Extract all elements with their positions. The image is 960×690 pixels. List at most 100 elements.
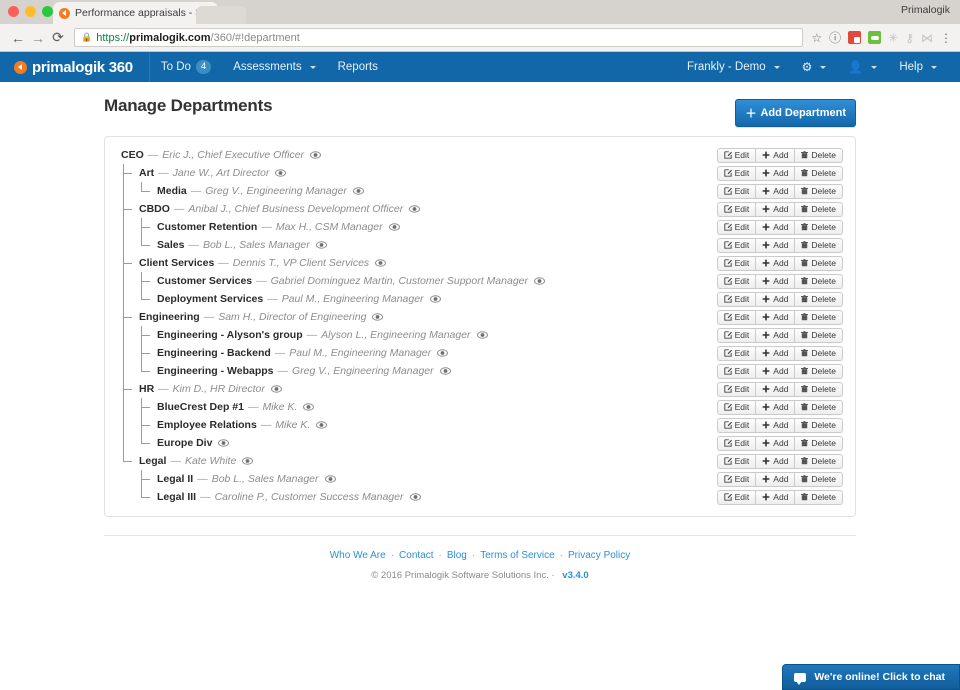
edit-button[interactable]: Edit <box>718 490 757 504</box>
add-button[interactable]: Add <box>756 400 796 414</box>
eye-icon[interactable] <box>352 187 364 195</box>
department-name[interactable]: Client Services <box>139 257 214 269</box>
add-button[interactable]: Add <box>756 202 796 216</box>
nav-item-assessments[interactable]: Assessments <box>222 52 326 82</box>
bookmark-star-icon[interactable]: ☆ <box>811 32 822 44</box>
eye-icon[interactable] <box>218 439 230 447</box>
delete-button[interactable]: Delete <box>795 239 842 252</box>
footer-link[interactable]: Who We Are <box>330 550 386 561</box>
eye-icon[interactable] <box>439 367 451 375</box>
edit-button[interactable]: Edit <box>718 400 757 414</box>
eye-icon[interactable] <box>315 241 327 249</box>
add-button[interactable]: Add <box>756 472 796 486</box>
close-window-button[interactable] <box>8 6 19 17</box>
broken-link-icon[interactable]: ⋈ <box>921 32 933 44</box>
footer-link[interactable]: Contact <box>399 550 433 561</box>
footer-link[interactable]: Privacy Policy <box>568 550 630 561</box>
delete-button[interactable]: Delete <box>795 365 842 378</box>
eye-icon[interactable] <box>310 151 322 159</box>
eye-icon[interactable] <box>534 277 546 285</box>
department-name[interactable]: CEO <box>121 149 144 161</box>
nav-item-account[interactable]: Frankly - Demo <box>676 52 791 82</box>
edit-button[interactable]: Edit <box>718 328 757 342</box>
department-name[interactable]: Deployment Services <box>157 293 263 305</box>
browser-tab[interactable]: Performance appraisals - 360 × <box>53 2 218 24</box>
department-name[interactable]: Legal <box>139 455 166 467</box>
delete-button[interactable]: Delete <box>795 347 842 360</box>
info-icon[interactable]: ⓘ <box>829 32 841 44</box>
eye-icon[interactable] <box>324 475 336 483</box>
eye-icon[interactable] <box>270 385 282 393</box>
eye-icon[interactable] <box>409 493 421 501</box>
add-button[interactable]: Add <box>756 454 796 468</box>
new-tab-button[interactable] <box>196 6 246 24</box>
department-name[interactable]: HR <box>139 383 154 395</box>
delete-button[interactable]: Delete <box>795 473 842 486</box>
department-name[interactable]: Engineering - Webapps <box>157 365 273 377</box>
department-name[interactable]: Customer Retention <box>157 221 257 233</box>
edit-button[interactable]: Edit <box>718 310 757 324</box>
eye-icon[interactable] <box>316 421 328 429</box>
eye-icon[interactable] <box>476 331 488 339</box>
window-traffic-lights[interactable] <box>8 6 53 17</box>
department-name[interactable]: Engineering <box>139 311 200 323</box>
eye-icon[interactable] <box>409 205 421 213</box>
delete-button[interactable]: Delete <box>795 185 842 198</box>
edit-button[interactable]: Edit <box>718 166 757 180</box>
minimize-window-button[interactable] <box>25 6 36 17</box>
edit-button[interactable]: Edit <box>718 202 757 216</box>
eye-icon[interactable] <box>375 259 387 267</box>
chat-widget-button[interactable]: We're online! Click to chat <box>782 664 960 690</box>
edit-button[interactable]: Edit <box>718 292 757 306</box>
eye-icon[interactable] <box>303 403 315 411</box>
add-button[interactable]: Add <box>756 346 796 360</box>
add-button[interactable]: Add <box>756 220 796 234</box>
nav-item-reports[interactable]: Reports <box>327 52 389 82</box>
department-name[interactable]: Engineering - Alyson's group <box>157 329 303 341</box>
edit-button[interactable]: Edit <box>718 346 757 360</box>
add-button[interactable]: Add <box>756 274 796 288</box>
eye-icon[interactable] <box>388 223 400 231</box>
eye-icon[interactable] <box>437 349 449 357</box>
add-button[interactable]: Add <box>756 328 796 342</box>
menu-icon[interactable]: ⋮ <box>940 32 952 44</box>
eye-icon[interactable] <box>372 313 384 321</box>
extension-red-icon[interactable] <box>848 31 862 44</box>
brand-logo[interactable]: primalogik 360 <box>0 52 150 82</box>
add-button[interactable]: Add <box>756 292 796 306</box>
edit-button[interactable]: Edit <box>718 238 757 252</box>
extension-green-icon[interactable] <box>868 31 882 44</box>
reload-icon[interactable]: ⟳ <box>48 28 68 48</box>
edit-button[interactable]: Edit <box>718 364 757 378</box>
edit-button[interactable]: Edit <box>718 220 757 234</box>
department-name[interactable]: Employee Relations <box>157 419 257 431</box>
edit-button[interactable]: Edit <box>718 274 757 288</box>
edit-button[interactable]: Edit <box>718 184 757 198</box>
add-department-button[interactable]: ＋ Add Department <box>735 99 856 127</box>
add-button[interactable]: Add <box>756 256 796 270</box>
add-button[interactable]: Add <box>756 310 796 324</box>
add-button[interactable]: Add <box>756 184 796 198</box>
delete-button[interactable]: Delete <box>795 293 842 306</box>
edit-button[interactable]: Edit <box>718 148 757 162</box>
delete-button[interactable]: Delete <box>795 149 842 162</box>
department-name[interactable]: Europe Div <box>157 437 212 449</box>
delete-button[interactable]: Delete <box>795 203 842 216</box>
nav-item-settings[interactable]: ⚙ <box>791 52 838 82</box>
delete-button[interactable]: Delete <box>795 311 842 324</box>
add-button[interactable]: Add <box>756 166 796 180</box>
address-bar[interactable]: 🔒 https://primalogik.com/360/#!departmen… <box>74 28 804 47</box>
edit-button[interactable]: Edit <box>718 454 757 468</box>
back-icon[interactable]: ← <box>8 28 28 48</box>
department-name[interactable]: Customer Services <box>157 275 252 287</box>
delete-button[interactable]: Delete <box>795 167 842 180</box>
add-button[interactable]: Add <box>756 238 796 252</box>
version-label[interactable]: v3.4.0 <box>562 570 588 581</box>
nav-item-help[interactable]: Help <box>888 52 948 82</box>
eye-icon[interactable] <box>242 457 254 465</box>
add-button[interactable]: Add <box>756 148 796 162</box>
delete-button[interactable]: Delete <box>795 221 842 234</box>
delete-button[interactable]: Delete <box>795 491 842 504</box>
department-name[interactable]: Engineering - Backend <box>157 347 271 359</box>
department-name[interactable]: BlueCrest Dep #1 <box>157 401 244 413</box>
